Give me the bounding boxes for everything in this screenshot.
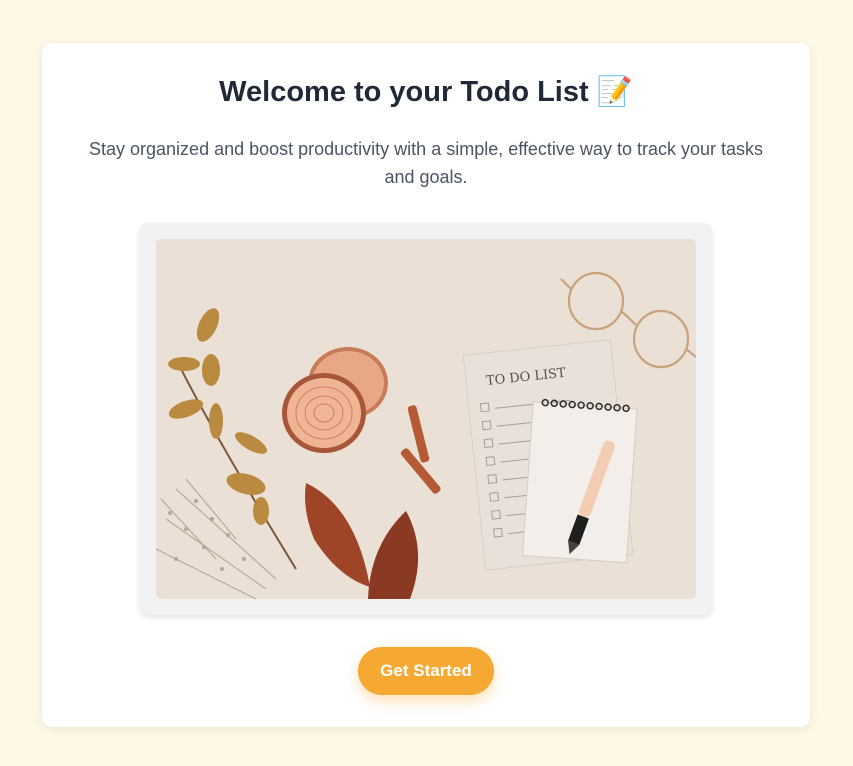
page-title: Welcome to your Todo List 📝 xyxy=(219,76,633,108)
get-started-button[interactable]: Get Started xyxy=(358,647,494,695)
welcome-card: Welcome to your Todo List 📝 Stay organiz… xyxy=(42,43,810,727)
hero-image-frame: TO DO LIST xyxy=(140,223,712,615)
page-subtitle: Stay organized and boost productivity wi… xyxy=(89,139,763,187)
hero-image: TO DO LIST xyxy=(156,239,696,599)
